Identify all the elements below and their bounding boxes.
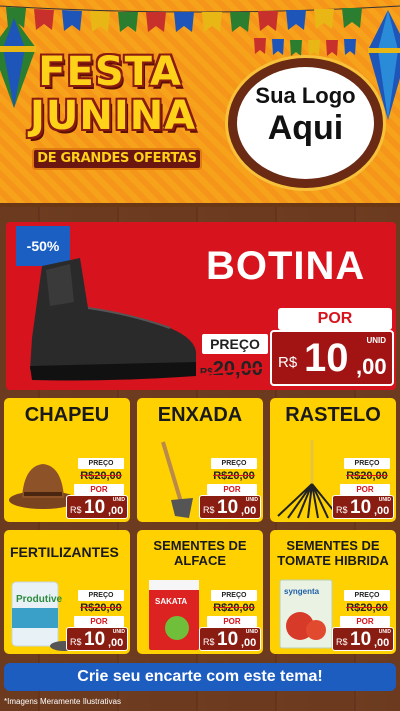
price-integer: 10 bbox=[84, 497, 106, 518]
preco-label: PREÇO bbox=[78, 590, 124, 601]
old-price-block: PREÇO R$20,00 bbox=[344, 590, 390, 614]
subtitle-banner: DE GRANDES OFERTAS bbox=[32, 148, 202, 170]
price-integer: 10 bbox=[304, 336, 349, 380]
preco-label: PREÇO bbox=[344, 458, 390, 469]
por-label: POR bbox=[74, 616, 124, 627]
card-title: RASTELO bbox=[285, 404, 381, 426]
price-decimal: ,00 bbox=[374, 505, 390, 517]
price-decimal: ,00 bbox=[241, 637, 257, 649]
logo-placeholder[interactable]: Sua Logo Aqui bbox=[228, 58, 383, 188]
price-integer: 10 bbox=[217, 497, 239, 518]
product-card-sementes-tomate[interactable]: SEMENTES DE TOMATE HIBRIDA syngenta PREÇ… bbox=[270, 530, 396, 654]
price-integer: 10 bbox=[350, 497, 372, 518]
sale-price-box: R$ 10 ,00 UNID bbox=[332, 627, 394, 651]
old-price-block: PREÇO R$20,00 bbox=[200, 334, 272, 382]
price-decimal: ,00 bbox=[356, 354, 387, 379]
sale-price-box: R$ 10 ,00 UNID bbox=[332, 495, 394, 519]
sale-price-box: R$ 10 ,00 UNID bbox=[199, 627, 261, 651]
old-price: R$20,00 bbox=[346, 602, 388, 614]
sale-price-box: R$ 10 ,00 UNID bbox=[270, 330, 394, 386]
price-currency: R$ bbox=[336, 637, 348, 647]
old-price: R$20,00 bbox=[213, 470, 255, 482]
price-unit: UNID bbox=[245, 629, 258, 635]
packet-brand-text: syngenta bbox=[284, 587, 320, 596]
featured-product-botina[interactable]: -50% BOTINA PREÇO R$20,00 POR R$ 10 ,00 … bbox=[6, 222, 396, 390]
card-title: SEMENTES DE ALFACE bbox=[153, 538, 247, 568]
price-integer: 10 bbox=[350, 629, 372, 650]
create-flyer-button[interactable]: Crie seu encarte com este tema! bbox=[4, 663, 396, 691]
por-label: POR bbox=[207, 616, 257, 627]
price-currency: R$ bbox=[70, 505, 82, 515]
sale-price-box: R$ 10 ,00 UNID bbox=[66, 627, 128, 651]
preco-label: PREÇO bbox=[344, 590, 390, 601]
price-integer: 10 bbox=[84, 629, 106, 650]
price-currency: R$ bbox=[203, 505, 215, 515]
por-label: POR bbox=[340, 616, 390, 627]
old-price-block: PREÇO R$20,00 bbox=[78, 590, 124, 614]
card-title: ENXADA bbox=[157, 404, 243, 426]
price-decimal: ,00 bbox=[108, 505, 124, 517]
old-price: R$20,00 bbox=[346, 470, 388, 482]
price-currency: R$ bbox=[70, 637, 82, 647]
price-decimal: ,00 bbox=[374, 637, 390, 649]
old-price-block: PREÇO R$20,00 bbox=[211, 458, 257, 482]
old-price: R$20,00 bbox=[80, 470, 122, 482]
boot-icon bbox=[30, 258, 197, 381]
bunting-flags-icon bbox=[0, 5, 400, 32]
por-label: POR bbox=[278, 308, 392, 330]
old-price: R$20,00 bbox=[213, 602, 255, 614]
title-junina: JUNINA bbox=[30, 93, 197, 139]
old-price-block: PREÇO R$20,00 bbox=[211, 590, 257, 614]
por-label: POR bbox=[340, 484, 390, 495]
preco-label: PREÇO bbox=[78, 458, 124, 469]
logo-text-line2: Aqui bbox=[267, 109, 344, 147]
preco-label: PREÇO bbox=[202, 334, 268, 354]
sale-price-box: R$ 10 ,00 UNID bbox=[66, 495, 128, 519]
title-festa: FESTA bbox=[38, 49, 182, 95]
old-price-block: PREÇO R$20,00 bbox=[344, 458, 390, 482]
preco-label: PREÇO bbox=[211, 590, 257, 601]
card-title: CHAPEU bbox=[24, 404, 110, 426]
flyer-canvas: FESTA JUNINA DE GRANDES OFERTAS Sua Logo… bbox=[0, 0, 400, 711]
price-currency: R$ bbox=[278, 354, 298, 371]
price-unit: UNID bbox=[112, 629, 125, 635]
hero-product-title: BOTINA bbox=[206, 244, 366, 288]
disclaimer-text: *Imagens Meramente Ilustrativas bbox=[4, 697, 121, 706]
price-currency: R$ bbox=[336, 505, 348, 515]
festa-junina-header: FESTA JUNINA DE GRANDES OFERTAS Sua Logo… bbox=[0, 0, 400, 207]
bag-brand-text: Produtive bbox=[16, 594, 63, 605]
sale-price-box: R$ 10 ,00 UNID bbox=[199, 495, 261, 519]
price-unit: UNID bbox=[366, 336, 386, 345]
price-unit: UNID bbox=[112, 497, 125, 503]
logo-text-line1: Sua Logo bbox=[255, 83, 356, 108]
product-card-fertilizantes[interactable]: FERTILIZANTES Produtive PREÇO R$20,00 PO… bbox=[4, 530, 130, 654]
price-decimal: ,00 bbox=[108, 637, 124, 649]
price-decimal: ,00 bbox=[241, 505, 257, 517]
price-currency: R$ bbox=[203, 637, 215, 647]
product-card-rastelo[interactable]: RASTELO PREÇO R$20,00 POR R$ 10 ,00 UNID bbox=[270, 398, 396, 522]
packet-brand-text: SAKATA bbox=[155, 597, 187, 606]
price-unit: UNID bbox=[378, 497, 391, 503]
price-unit: UNID bbox=[378, 629, 391, 635]
card-title: SEMENTES DE TOMATE HIBRIDA bbox=[277, 538, 389, 568]
old-price: R$20,00 bbox=[80, 602, 122, 614]
product-card-sementes-alface[interactable]: SEMENTES DE ALFACE SAKATA PREÇO R$20,00 … bbox=[137, 530, 263, 654]
card-title: FERTILIZANTES bbox=[10, 544, 119, 560]
price-unit: UNID bbox=[245, 497, 258, 503]
por-label: POR bbox=[207, 484, 257, 495]
por-label: POR bbox=[74, 484, 124, 495]
preco-label: PREÇO bbox=[211, 458, 257, 469]
price-integer: 10 bbox=[217, 629, 239, 650]
product-card-enxada[interactable]: ENXADA PREÇO R$20,00 POR R$ 10 ,00 UNID bbox=[137, 398, 263, 522]
old-price-block: PREÇO R$20,00 bbox=[78, 458, 124, 482]
product-card-chapeu[interactable]: CHAPEU PREÇO R$20,00 POR R$ 10 ,00 UNID bbox=[4, 398, 130, 522]
